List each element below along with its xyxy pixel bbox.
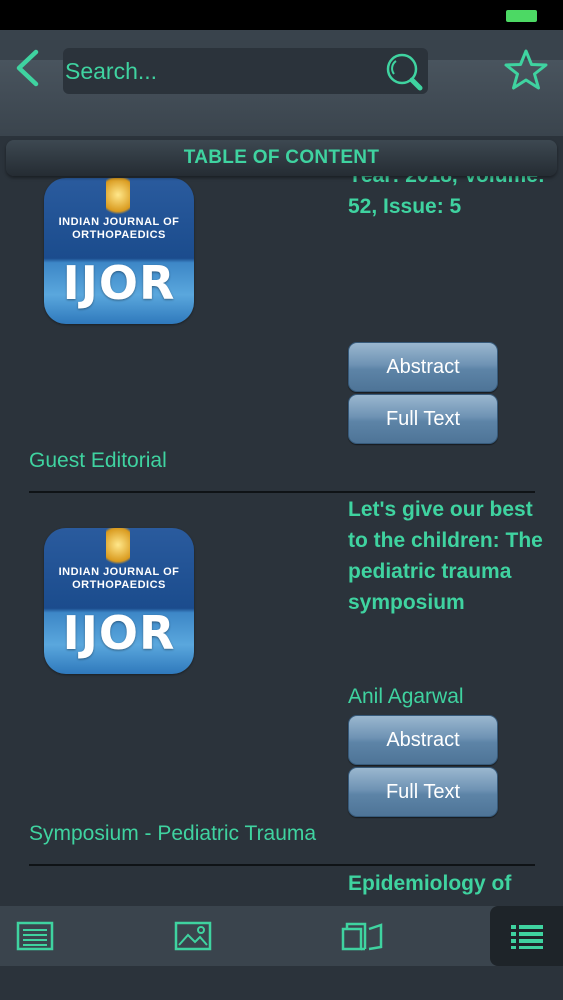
journal-cover-image: INDIAN JOURNAL OF ORTHOPAEDICS IJOR (44, 528, 194, 674)
tab-articles[interactable] (0, 906, 70, 966)
divider (29, 864, 535, 866)
article-title[interactable]: Epidemiology of (348, 868, 548, 899)
bottom-safe-area (0, 966, 563, 1000)
favorite-button[interactable] (503, 48, 549, 92)
journal-abbr: IJOR (62, 256, 176, 310)
search-icon[interactable] (384, 50, 426, 92)
issues-icon (341, 922, 383, 951)
tab-issues[interactable] (328, 906, 398, 966)
journal-abbr: IJOR (62, 606, 176, 660)
divider (29, 491, 535, 493)
journal-title: INDIAN JOURNAL OF ORTHOPAEDICS (58, 216, 180, 241)
header-title: TABLE OF CONTENT (183, 147, 380, 168)
article-list-icon (16, 921, 54, 951)
full-text-button[interactable]: Full Text (348, 767, 498, 817)
journal-title: INDIAN JOURNAL OF ORTHOPAEDICS (58, 566, 180, 591)
abstract-button[interactable]: Abstract (348, 342, 498, 392)
article-author: Anil Agarwal (348, 685, 464, 708)
app-screen: TABLE OF CONTENT INDIAN JOURNAL OF ORTHO… (0, 0, 563, 1000)
back-button[interactable] (10, 48, 44, 88)
tab-bar (0, 906, 563, 966)
tab-images[interactable] (158, 906, 228, 966)
journal-cover-image: INDIAN JOURNAL OF ORTHOPAEDICS IJOR (44, 178, 194, 324)
table-of-contents-icon (510, 925, 543, 949)
image-gallery-icon (174, 921, 212, 951)
chevron-left-icon (16, 49, 39, 87)
abstract-button[interactable]: Abstract (348, 715, 498, 765)
article-section: Guest Editorial (29, 449, 167, 472)
article-title[interactable]: Year: 2018, Volume: 52, Issue: 5 (348, 176, 548, 222)
tab-table-of-contents[interactable] (490, 906, 563, 966)
search-box (63, 48, 428, 94)
status-bar (0, 0, 563, 30)
spine-graphic (106, 178, 130, 220)
article-title[interactable]: Let's give our best to the children: The… (348, 494, 548, 618)
full-text-button[interactable]: Full Text (348, 394, 498, 444)
star-icon (504, 49, 548, 90)
battery-icon (506, 10, 537, 22)
article-section: Symposium - Pediatric Trauma (29, 822, 317, 845)
search-input[interactable] (63, 48, 383, 94)
table-of-content-header: TABLE OF CONTENT (6, 140, 557, 176)
article-list[interactable]: INDIAN JOURNAL OF ORTHOPAEDICS IJOR Year… (0, 176, 563, 906)
spine-graphic (106, 528, 130, 570)
